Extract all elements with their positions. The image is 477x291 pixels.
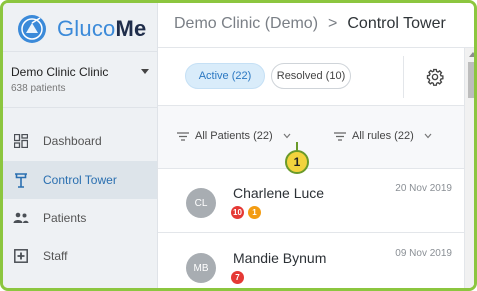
divider [403, 56, 404, 98]
rules-filter-label: All rules (22) [352, 130, 414, 142]
patient-date: 20 Nov 2019 [395, 183, 452, 194]
filter-icon [334, 131, 346, 141]
clinic-patient-count: 638 patients [11, 83, 66, 94]
scroll-up-arrow-icon[interactable] [469, 52, 474, 57]
clinic-selector[interactable]: Demo Clinic Clinic 638 patients [3, 51, 157, 108]
status-tabs: Active (22) Resolved (10) [158, 48, 464, 106]
app-name: GlucoMe [57, 16, 147, 41]
breadcrumb-separator: > [328, 15, 338, 32]
sidebar-item-control-tower[interactable]: Control Tower [3, 161, 157, 199]
app-window: GlucoMe Demo Clinic Clinic 638 patients … [0, 0, 477, 291]
alert-count-badge: 10 [231, 206, 244, 219]
filter-bar: All Patients (22) All rules (22) [158, 106, 464, 169]
step-marker: 1 [285, 150, 309, 174]
gear-icon[interactable] [426, 68, 444, 86]
patient-row[interactable]: CL Charlene Luce 20 Nov 2019 10 1 [158, 169, 464, 233]
filter-icon [177, 131, 189, 141]
tab-active[interactable]: Active (22) [185, 63, 265, 89]
caret-down-icon [141, 69, 149, 74]
logo[interactable]: GlucoMe [17, 14, 146, 44]
avatar: CL [186, 188, 216, 218]
sidebar-item-label: Control Tower [43, 173, 117, 187]
staff-icon [13, 248, 29, 264]
scroll-thumb[interactable] [468, 62, 474, 98]
glucome-logo-icon [18, 15, 46, 43]
alert-count-badge: 1 [248, 206, 261, 219]
sidebar: GlucoMe Demo Clinic Clinic 638 patients … [3, 3, 158, 288]
sidebar-item-dashboard[interactable]: Dashboard [3, 122, 157, 160]
page-title: Control Tower [347, 15, 446, 32]
chevron-down-icon [283, 133, 291, 139]
alert-badges: 7 [231, 271, 248, 284]
breadcrumb: Demo Clinic (Demo) > Control Tower [158, 3, 474, 48]
dashboard-icon [13, 133, 29, 149]
patient-name: Mandie Bynum [233, 250, 327, 266]
alert-badges: 10 1 [231, 206, 265, 219]
avatar: MB [186, 253, 216, 283]
sidebar-item-patients[interactable]: Patients [3, 199, 157, 237]
rules-filter-dropdown[interactable]: All rules (22) [334, 130, 432, 142]
alert-count-badge: 7 [231, 271, 244, 284]
tab-resolved[interactable]: Resolved (10) [271, 63, 351, 89]
clinic-name: Demo Clinic Clinic [11, 65, 109, 79]
scrollbar[interactable] [464, 48, 474, 288]
patients-icon [13, 210, 29, 226]
sidebar-item-label: Dashboard [43, 134, 102, 148]
sidebar-item-label: Staff [43, 249, 68, 263]
tower-icon [13, 172, 29, 188]
breadcrumb-clinic[interactable]: Demo Clinic (Demo) [174, 15, 318, 32]
patient-date: 09 Nov 2019 [395, 248, 452, 259]
main-panel: Demo Clinic (Demo) > Control Tower Active … [158, 3, 474, 288]
patient-row[interactable]: MB Mandie Bynum 09 Nov 2019 7 [158, 234, 464, 288]
patient-name: Charlene Luce [233, 185, 325, 201]
patients-filter-label: All Patients (22) [195, 130, 273, 142]
sidebar-item-label: Patients [43, 211, 87, 225]
chevron-down-icon [424, 133, 432, 139]
patients-filter-dropdown[interactable]: All Patients (22) [177, 130, 291, 142]
sidebar-item-staff[interactable]: Staff [3, 237, 157, 275]
